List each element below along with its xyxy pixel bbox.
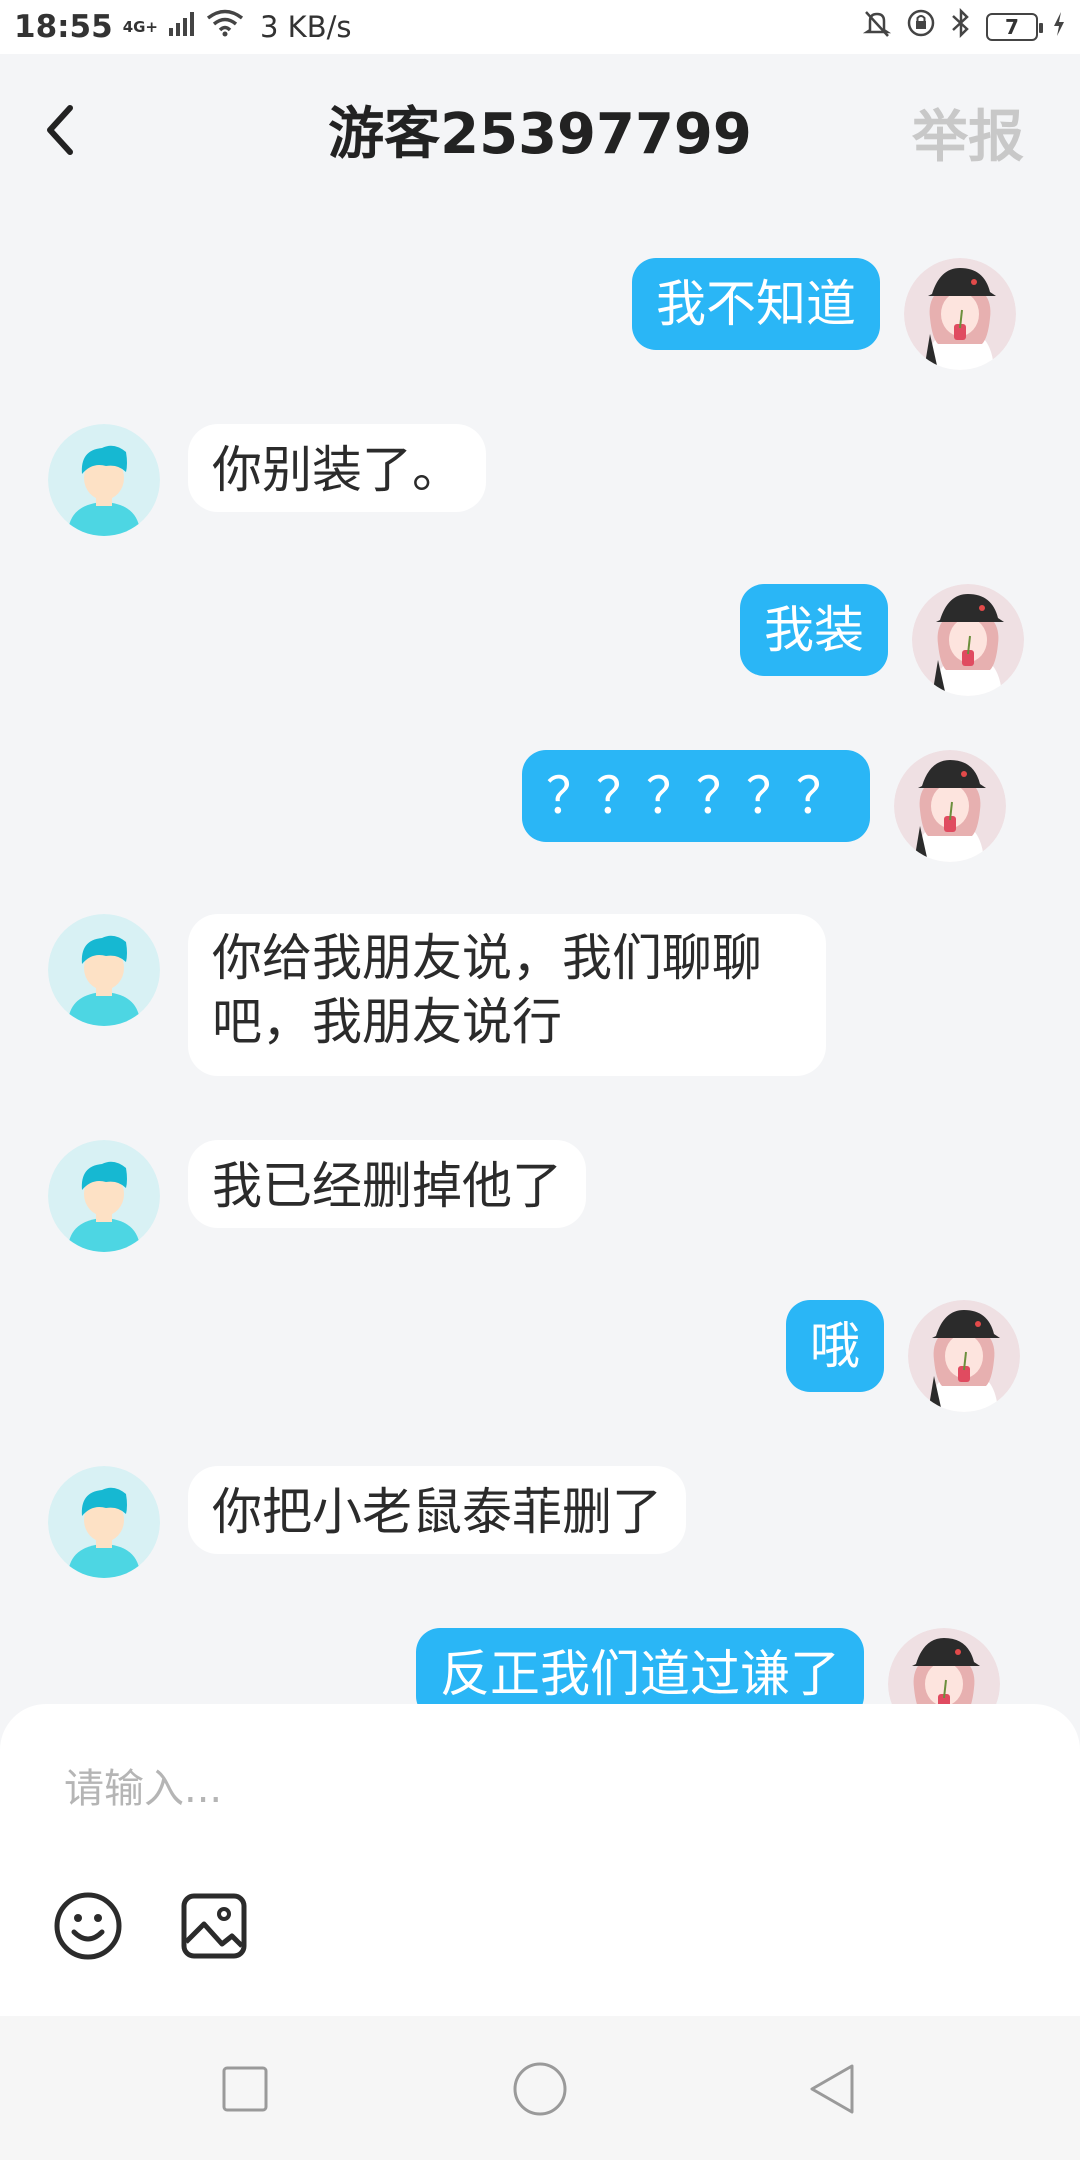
system-back-button[interactable] [798, 2054, 868, 2124]
navigation-bar [0, 2016, 1080, 2160]
my-avatar[interactable] [894, 750, 1006, 862]
contact-avatar[interactable] [48, 914, 160, 1026]
page-title: 游客25397799 [328, 101, 752, 167]
network-indicator: 4G+ [122, 18, 159, 36]
contact-avatar[interactable] [48, 424, 160, 536]
message-row-other: 我已经删掉他了 [48, 1140, 586, 1252]
input-panel [0, 1704, 1080, 2016]
my-avatar[interactable] [904, 258, 1016, 370]
my-avatar[interactable] [912, 584, 1024, 696]
battery-indicator: 7 [986, 13, 1043, 41]
charging-icon [1052, 10, 1066, 45]
square-icon [222, 2066, 268, 2112]
message-bubble[interactable]: 你把小老鼠泰菲删了 [188, 1466, 686, 1554]
emoji-button[interactable] [52, 1890, 124, 1962]
bluetooth-icon [950, 7, 972, 46]
emoji-icon [54, 1892, 122, 1960]
chat-header: 游客25397799 举报 [0, 54, 1080, 204]
wifi-icon [206, 9, 244, 45]
message-row-me: 我装 [740, 584, 1024, 696]
back-button[interactable] [40, 92, 110, 168]
message-row-me: ？？？？？？ [522, 750, 1006, 862]
message-bubble[interactable]: ？？？？？？ [522, 750, 870, 842]
message-bubble[interactable]: 我装 [740, 584, 888, 676]
circle-icon [513, 2062, 567, 2116]
message-bubble[interactable]: 哦 [786, 1300, 884, 1392]
status-time: 18:55 [14, 9, 113, 45]
image-button[interactable] [178, 1890, 250, 1962]
recent-apps-button[interactable] [210, 2054, 280, 2124]
message-row-other: 你把小老鼠泰菲删了 [48, 1466, 686, 1578]
triangle-back-icon [810, 2064, 854, 2114]
chevron-left-icon [47, 105, 73, 155]
message-bubble[interactable]: 你给我朋友说，我们聊聊吧，我朋友说行 [188, 914, 826, 1076]
my-avatar[interactable] [908, 1300, 1020, 1412]
message-input[interactable] [64, 1754, 1014, 1824]
rotation-lock-icon [906, 8, 936, 46]
contact-avatar[interactable] [48, 1466, 160, 1578]
message-bubble[interactable]: 你别装了。 [188, 424, 486, 512]
contact-avatar[interactable] [48, 1140, 160, 1252]
status-bar: 18:55 4G+ 3 KB/s 7 [0, 0, 1080, 54]
message-row-me: 哦 [786, 1300, 1020, 1412]
image-icon [181, 1893, 247, 1959]
message-bubble[interactable]: 我不知道 [632, 258, 880, 350]
home-button[interactable] [505, 2054, 575, 2124]
signal-icon [168, 10, 196, 45]
message-row-other: 你别装了。 [48, 424, 486, 536]
mute-icon [862, 8, 892, 46]
report-button[interactable]: 举报 [912, 92, 1024, 173]
message-bubble[interactable]: 我已经删掉他了 [188, 1140, 586, 1228]
network-speed: 3 KB/s [260, 10, 352, 44]
message-row-other: 你给我朋友说，我们聊聊吧，我朋友说行 [48, 914, 826, 1076]
message-row-me: 我不知道 [632, 258, 1016, 370]
